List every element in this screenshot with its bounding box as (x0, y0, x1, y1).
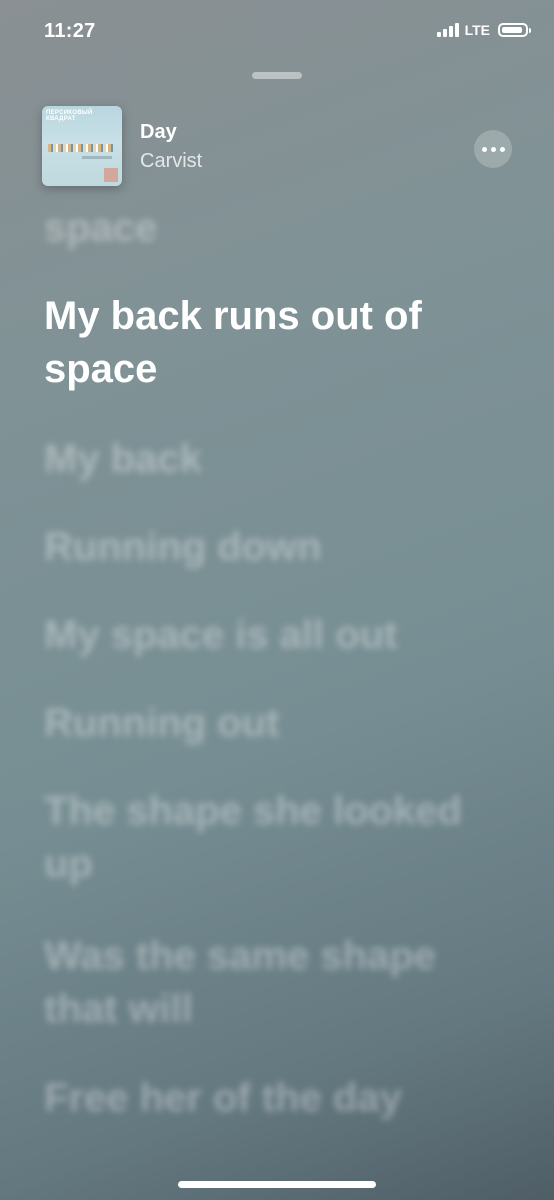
lyric-line[interactable]: My back (44, 433, 484, 486)
ellipsis-icon (481, 146, 487, 152)
more-options-button[interactable] (474, 130, 512, 168)
artwork-label: ПЕРСИКОВЫЙ КВАДРАТ (46, 110, 93, 122)
lyric-line[interactable]: The shape she looked up (44, 785, 484, 891)
track-title: Day (140, 121, 177, 143)
sheet-grabber[interactable] (252, 72, 302, 79)
home-indicator[interactable] (178, 1181, 376, 1188)
lyric-line[interactable]: Free her of the day (44, 1072, 484, 1125)
album-artwork[interactable]: ПЕРСИКОВЫЙ КВАДРАТ (42, 106, 122, 186)
lyric-line-current[interactable]: My back runs out of space (44, 290, 484, 396)
status-bar: 11:27 LTE (0, 0, 554, 64)
status-indicators: LTE (436, 22, 531, 38)
cellular-signal-icon (436, 23, 459, 37)
track-artist[interactable]: Carvist (140, 150, 202, 173)
lyric-line[interactable]: Was the same shape that will (44, 930, 484, 1036)
lyric-line[interactable]: Running out (44, 697, 484, 750)
network-type: LTE (464, 22, 490, 38)
lyric-line-previous[interactable]: space (44, 202, 484, 255)
battery-icon (498, 23, 531, 37)
now-playing-header: ПЕРСИКОВЫЙ КВАДРАТ Day Carvist (42, 106, 512, 190)
status-time: 11:27 (44, 20, 96, 42)
lyric-line[interactable]: Running down (44, 521, 484, 574)
lyric-line[interactable]: My space is all out (44, 609, 484, 662)
